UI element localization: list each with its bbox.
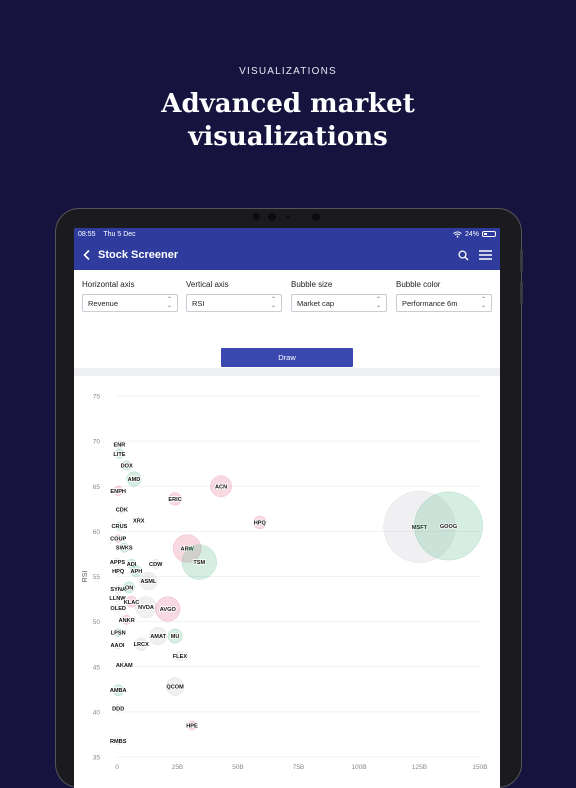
promo-eyebrow: VISUALIZATIONS — [239, 66, 337, 77]
bubble-label: FLEX — [173, 654, 188, 660]
horizontal-axis-value: Revenue — [88, 298, 119, 308]
search-icon[interactable] — [458, 249, 469, 261]
camera-dot — [268, 213, 276, 221]
bubble-label: HPE — [186, 723, 198, 729]
status-time: 08:55 — [78, 230, 96, 238]
battery-icon — [482, 231, 496, 237]
bubble-label: DOX — [121, 463, 133, 469]
bubble-label: HPQ — [254, 520, 267, 526]
bubble-label: CRUS — [111, 524, 127, 530]
vertical-axis-select[interactable]: RSI ⌃ ⌄ — [186, 294, 282, 312]
side-button — [520, 282, 523, 304]
bubble-label: HPQ — [112, 569, 125, 575]
camera-dot — [286, 215, 290, 219]
bubble-label: LITE — [113, 452, 125, 458]
y-tick-label: 70 — [93, 439, 101, 446]
app-bar: Stock Screener — [74, 240, 500, 270]
bubble-label: TSM — [193, 560, 205, 566]
promo-headline: Advanced market visualizations — [0, 88, 576, 154]
y-tick-label: 40 — [93, 709, 101, 716]
headline-line-2: visualizations — [188, 122, 388, 152]
bubble-size-label: Bubble size — [291, 280, 333, 289]
bubble-label: AMBA — [110, 688, 127, 694]
status-date: Thu 5 Dec — [103, 230, 136, 238]
bubble-label: COUP — [110, 537, 126, 543]
bubble-label: CDK — [116, 508, 128, 514]
horizontal-axis-group: Horizontal axis Revenue ⌃ ⌄ — [82, 280, 178, 312]
bubble-label: ENPH — [110, 489, 126, 495]
page-title: Stock Screener — [98, 249, 179, 261]
bubble-size-value: Market cap — [297, 298, 335, 308]
bubble-label: CDW — [149, 562, 163, 568]
vertical-axis-group: Vertical axis RSI ⌃ ⌄ — [186, 280, 282, 312]
y-tick-label: 60 — [93, 529, 101, 536]
y-tick-label: 50 — [93, 619, 101, 626]
bubble-label: APH — [130, 569, 142, 575]
bubble-label: OLED — [110, 606, 126, 612]
y-tick-label: 65 — [93, 484, 101, 491]
bubble-color-select[interactable]: Performance 6m ⌃ ⌄ — [396, 294, 492, 312]
bubble-label: AMD — [128, 477, 141, 483]
hamburger-menu-icon[interactable] — [479, 250, 492, 260]
bubble-label: MU — [171, 634, 180, 640]
bubble-size-select[interactable]: Market cap ⌃ ⌄ — [291, 294, 387, 312]
bubble-label: AMAT — [150, 634, 166, 640]
sort-arrows-icon: ⌃ ⌄ — [166, 297, 172, 309]
bubble-label: ON — [125, 585, 133, 591]
vertical-axis-label: Vertical axis — [186, 280, 229, 289]
bubble-label: QCOM — [166, 685, 184, 691]
bubble-label: DDD — [112, 706, 124, 712]
y-tick-label: 35 — [93, 755, 101, 762]
battery-percent: 24% — [464, 230, 479, 238]
draw-button[interactable]: Draw — [221, 348, 353, 367]
app-screen: 08:55 Thu 5 Dec 24% Stock Screener Horiz… — [74, 228, 500, 788]
headline-line-1: Advanced market — [161, 89, 415, 119]
chevron-left-icon[interactable] — [82, 249, 92, 261]
y-axis-label: RSI — [82, 571, 89, 583]
controls-panel: Horizontal axis Revenue ⌃ ⌄ Vertical axis… — [74, 270, 500, 368]
bubble-label: APPS — [110, 560, 126, 566]
camera-dot — [312, 213, 320, 221]
bubble-color-label: Bubble color — [396, 280, 441, 289]
bubble-label: LRCX — [134, 642, 149, 648]
y-tick-label: 55 — [93, 574, 101, 581]
bubble-label: AKAM — [116, 663, 133, 669]
bubble-chart-card: 75 70 65 60 55 50 45 40 35 0 25B 50B 75B 100B 125B 150B… — [74, 376, 500, 788]
bubble-color-value: Performance 6m — [402, 298, 458, 308]
bubble-label: ERIC — [168, 497, 181, 503]
bubble-label: AAOI — [110, 643, 124, 649]
sort-arrows-icon: ⌃ ⌄ — [480, 297, 486, 309]
bubble-label: ASML — [141, 579, 157, 585]
bubble-label: NVDA — [138, 605, 154, 611]
wifi-icon — [453, 230, 462, 238]
horizontal-axis-select[interactable]: Revenue ⌃ ⌄ — [82, 294, 178, 312]
bubble-label: XRX — [133, 519, 145, 525]
horizontal-axis-label: Horizontal axis — [82, 280, 135, 289]
sort-arrows-icon: ⌃ ⌄ — [270, 297, 276, 309]
bubble-label: GOOG — [440, 524, 457, 530]
vertical-axis-value: RSI — [192, 298, 205, 308]
bubble-label: AVGO — [160, 607, 177, 613]
bubble-color-group: Bubble color Performance 6m ⌃ ⌄ — [396, 280, 492, 312]
status-bar: 08:55 Thu 5 Dec 24% — [74, 228, 500, 240]
bubble-label: ACN — [215, 484, 227, 490]
bubble-size-group: Bubble size Market cap ⌃ ⌄ — [291, 280, 387, 312]
y-tick-label: 75 — [93, 394, 101, 401]
bubble-label: ENR — [114, 443, 126, 449]
y-tick-label: 45 — [93, 664, 101, 671]
camera-dot — [253, 213, 260, 220]
bubble-label: SWKS — [116, 546, 133, 552]
bubble-chart[interactable]: 7570656055504540350 25B 50B 75B 100B 125B 150B… — [74, 376, 500, 788]
sort-arrows-icon: ⌃ ⌄ — [375, 297, 381, 309]
bubble-label: RMBS — [110, 739, 127, 745]
bubble-label: ANKR — [119, 618, 135, 624]
bubble-label: LPSN — [111, 630, 126, 636]
side-button — [520, 250, 523, 272]
